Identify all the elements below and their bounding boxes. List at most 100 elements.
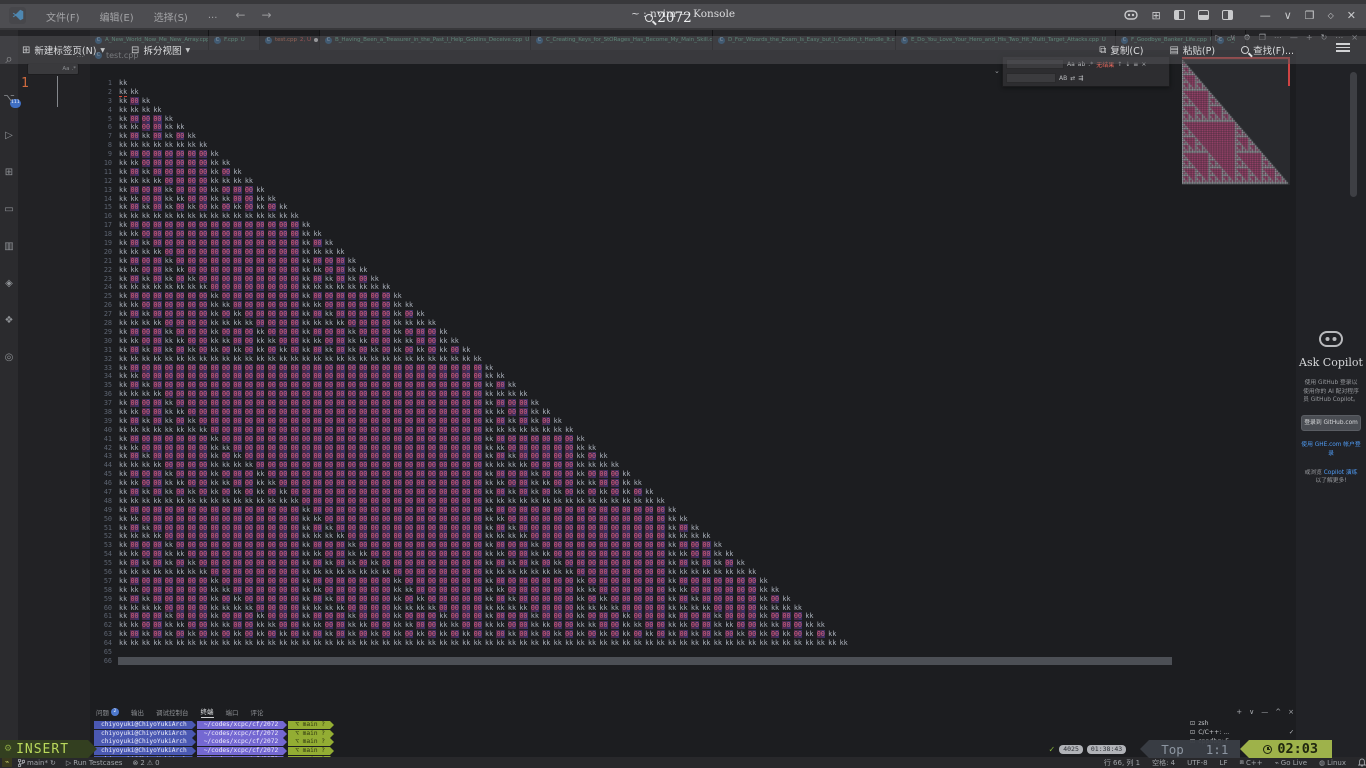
source-control-icon[interactable]: ⌥111 bbox=[3, 93, 15, 104]
copy-button[interactable]: ⧉复制(C) bbox=[1099, 43, 1143, 57]
chart-extension-icon[interactable]: ▥ bbox=[4, 241, 13, 252]
even-token: 00 bbox=[325, 461, 336, 470]
statusbar-item[interactable]: 行 66, 列 1 bbox=[1104, 758, 1140, 768]
panel-tab-调试控制台[interactable]: 调试控制台 bbox=[156, 707, 189, 717]
even-token: 00 bbox=[336, 381, 347, 390]
regex-icon[interactable]: .* bbox=[72, 64, 77, 75]
even-token: 00 bbox=[348, 586, 359, 595]
preserve-case-icon[interactable]: AB bbox=[1059, 75, 1067, 82]
even-token: 00 bbox=[382, 292, 393, 301]
panel-tab-终端[interactable]: 终端 bbox=[201, 706, 214, 718]
even-token: 00 bbox=[439, 532, 450, 541]
odd-token: kk bbox=[439, 612, 450, 621]
even-token: 00 bbox=[142, 266, 153, 275]
hierarchy-extension-icon[interactable]: ◈ bbox=[5, 278, 13, 289]
even-token: 00 bbox=[371, 497, 382, 506]
odd-token: kk bbox=[222, 461, 233, 470]
maximize-diamond-icon[interactable]: ◇ bbox=[1328, 11, 1334, 20]
even-token: 00 bbox=[279, 426, 290, 435]
even-token: 00 bbox=[302, 435, 313, 444]
panel-tab-输出[interactable]: 输出 bbox=[131, 707, 144, 717]
even-token: 00 bbox=[451, 568, 462, 577]
odd-token: kk bbox=[279, 346, 290, 355]
remote-explorer-icon[interactable]: ▭ bbox=[4, 204, 13, 215]
find-button[interactable]: 查找(F)... bbox=[1241, 43, 1294, 57]
extensions-icon[interactable]: ⊞ bbox=[5, 167, 13, 178]
even-token: 00 bbox=[782, 621, 793, 630]
panel-tab-端口[interactable]: 端口 bbox=[226, 707, 239, 717]
toggle-sidebar-icon[interactable] bbox=[1174, 10, 1185, 20]
ghe-signin-link[interactable]: 使用 GHE.com 帐户登录 bbox=[1301, 441, 1361, 458]
even-token: 00 bbox=[348, 310, 359, 319]
maximize-panel-icon[interactable]: ^ bbox=[1275, 708, 1281, 716]
search-input[interactable]: Aa.* bbox=[27, 63, 79, 75]
github-signin-button[interactable]: 登录到 GitHub.com bbox=[1301, 415, 1361, 431]
toggle-secondary-sidebar-icon[interactable] bbox=[1222, 10, 1233, 20]
kill-terminal-icon[interactable]: — bbox=[1261, 708, 1268, 716]
chevron-down-icon[interactable]: ∨ bbox=[1284, 9, 1292, 22]
close-panel-icon[interactable]: × bbox=[1288, 708, 1294, 716]
new-terminal-icon[interactable]: + bbox=[1236, 708, 1242, 716]
new-tab-button[interactable]: ⊞新建标签页(N)▼ bbox=[22, 43, 105, 57]
odd-token: kk bbox=[577, 479, 588, 488]
statusbar-item[interactable]: ⧈C++ bbox=[1239, 758, 1262, 767]
cph-hand-icon[interactable]: ❖ bbox=[5, 315, 14, 326]
odd-token: kk bbox=[119, 399, 130, 408]
nvim-mode: INSERT bbox=[16, 742, 69, 757]
copilot-icon[interactable] bbox=[1124, 10, 1138, 20]
test-explorer-icon[interactable]: ◎ bbox=[5, 352, 14, 363]
editor-line: 60kkkkkkkk00000000kkkkkkkk00000000kkkkkk… bbox=[90, 604, 1296, 613]
match-case-icon[interactable]: Aa bbox=[62, 64, 69, 75]
customize-layout-icon[interactable]: ⊞ bbox=[1151, 9, 1160, 22]
notifications-bell-icon[interactable] bbox=[1358, 758, 1366, 767]
odd-token: kk bbox=[702, 532, 713, 541]
odd-token: kk bbox=[485, 417, 496, 426]
statusbar-item[interactable]: LF bbox=[1220, 759, 1228, 767]
minimize-button[interactable]: — bbox=[1260, 9, 1271, 22]
toggle-replace-icon[interactable]: ⌄ bbox=[994, 67, 1000, 75]
run-debug-icon[interactable]: ▷ bbox=[5, 130, 13, 141]
odd-token: kk bbox=[725, 568, 736, 577]
even-token: 00 bbox=[737, 604, 748, 613]
odd-token: kk bbox=[119, 550, 130, 559]
problems-item[interactable]: ⊗ 2 ⚠ 0 bbox=[132, 759, 159, 767]
git-branch-item[interactable]: main*↻ bbox=[18, 759, 56, 767]
walkthrough-link[interactable]: Copilot 演练 bbox=[1324, 470, 1358, 476]
even-token: 00 bbox=[256, 532, 267, 541]
even-token: 00 bbox=[256, 461, 267, 470]
paste-button[interactable]: ▤粘贴(P) bbox=[1169, 43, 1215, 57]
odd-token: kk bbox=[485, 604, 496, 613]
even-token: 00 bbox=[325, 470, 336, 479]
odd-token: kk bbox=[325, 310, 336, 319]
editor-scrollbar[interactable] bbox=[1350, 72, 1357, 197]
replace-icon[interactable]: ⇄ bbox=[1070, 75, 1075, 82]
even-token: 00 bbox=[279, 461, 290, 470]
close-button[interactable]: ✕ bbox=[1347, 9, 1356, 22]
terminal-session-item[interactable]: ⊡C/C++: ...✓ bbox=[1176, 728, 1294, 737]
even-token: 00 bbox=[737, 577, 748, 586]
panel-tab-评论[interactable]: 评论 bbox=[251, 707, 264, 717]
minimap[interactable] bbox=[1182, 57, 1290, 185]
even-token: 00 bbox=[279, 230, 290, 239]
panel-tab-问题[interactable]: 问题2 bbox=[96, 707, 119, 717]
odd-token: kk bbox=[451, 337, 462, 346]
odd-token: kk bbox=[279, 355, 290, 364]
statusbar-item[interactable]: ⌁Go Live bbox=[1275, 759, 1307, 767]
toggle-panel-icon[interactable] bbox=[1198, 10, 1209, 20]
editor-content[interactable]: 1kk2kkkk3kk00kk4kkkkkkkk5kk000000kk6kkkk… bbox=[90, 63, 1296, 708]
hamburger-menu-icon[interactable] bbox=[1336, 43, 1350, 57]
replace-all-icon[interactable]: ⇶ bbox=[1078, 75, 1083, 82]
run-testcases-button[interactable]: ▷ Run Testcases bbox=[66, 759, 123, 767]
even-token: 00 bbox=[405, 390, 416, 399]
statusbar-item[interactable]: ◍Linux bbox=[1319, 759, 1346, 767]
terminal-dropdown-icon[interactable]: ∨ bbox=[1249, 708, 1254, 716]
replace-input[interactable] bbox=[1006, 73, 1056, 83]
split-view-button[interactable]: ⊟拆分视图▼ bbox=[131, 43, 190, 57]
terminal-session-item[interactable]: ⊡zsh bbox=[1176, 719, 1294, 728]
statusbar-item[interactable]: UTF-8 bbox=[1187, 759, 1207, 767]
statusbar-item[interactable]: 空格: 4 bbox=[1152, 758, 1175, 768]
remote-indicator-icon[interactable]: ⌁ bbox=[2, 758, 12, 767]
editor-line: 26kkkk000000000000kkkk000000000000kkkk00… bbox=[90, 301, 1296, 310]
restore-button[interactable]: ❐ bbox=[1305, 9, 1315, 22]
even-token: 00 bbox=[691, 577, 702, 586]
